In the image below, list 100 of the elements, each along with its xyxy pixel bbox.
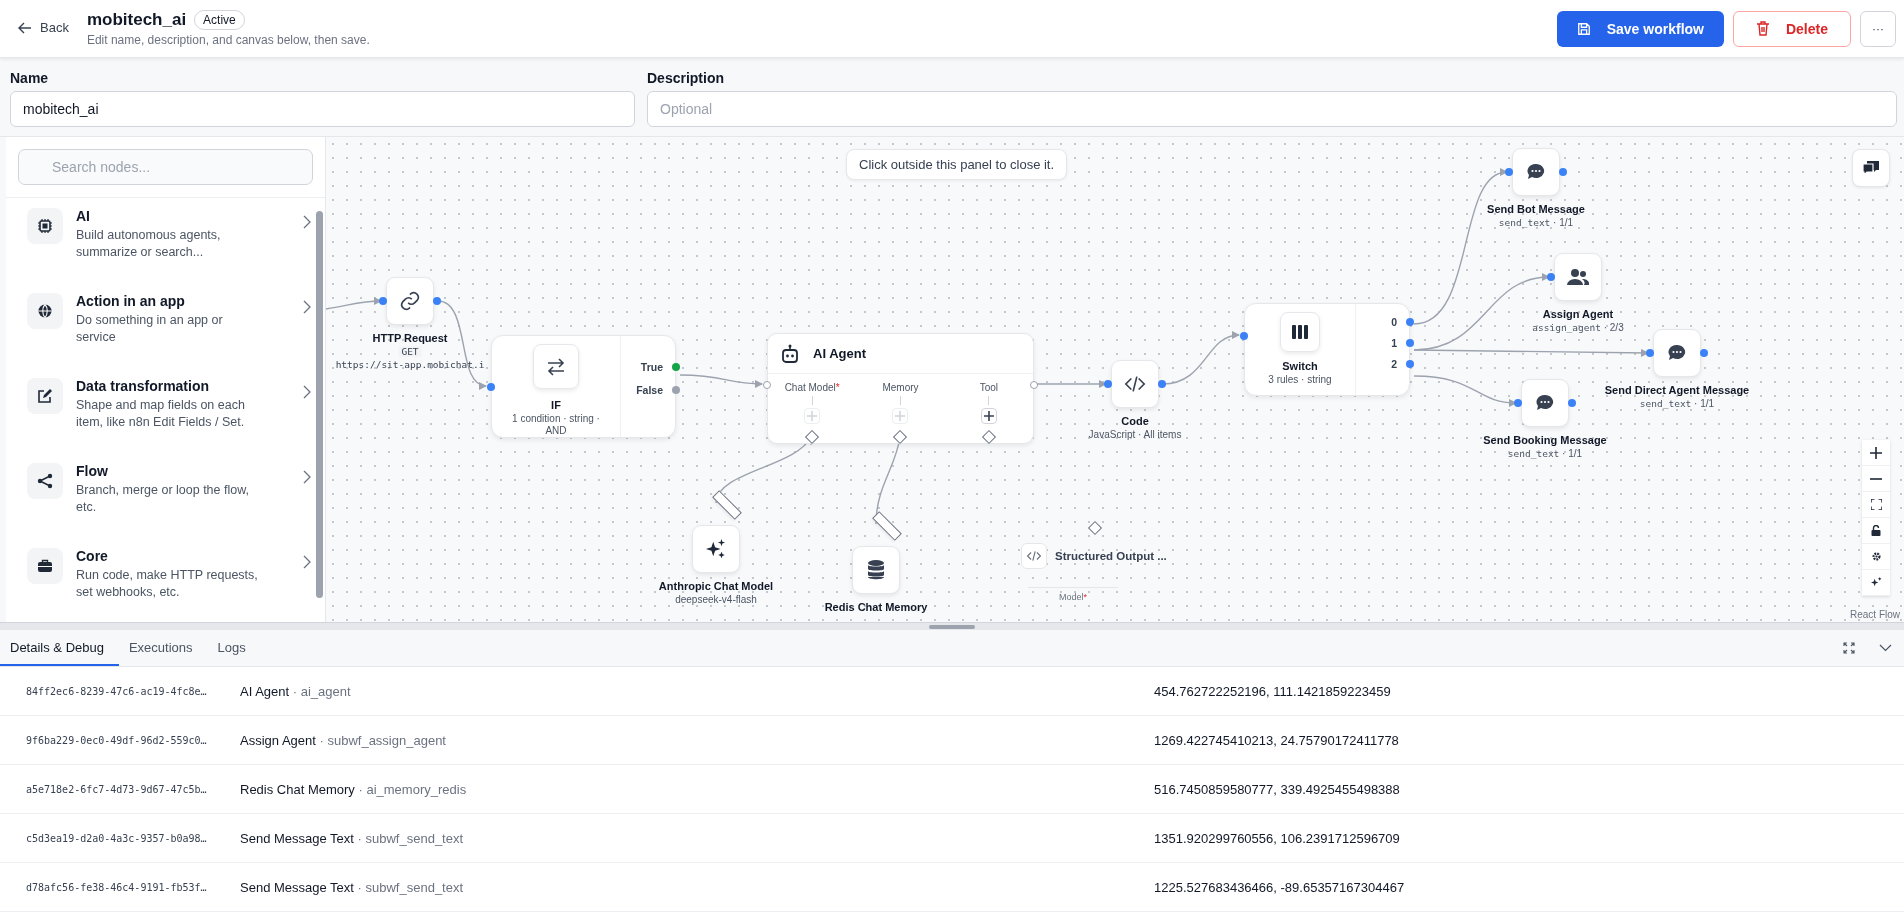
output-handle[interactable] — [1559, 168, 1567, 176]
output-handle[interactable] — [672, 386, 680, 394]
node-box[interactable] — [1512, 148, 1560, 196]
search-field[interactable]: Search nodes... — [18, 149, 313, 185]
category-item[interactable]: AI Build autonomous agents, summarize or search... — [6, 198, 325, 283]
database-icon — [866, 559, 886, 581]
input-handle[interactable] — [379, 297, 387, 305]
node-name-cell-text: Assign Agent · subwf_assign_agent — [240, 732, 447, 748]
slot-label: Model* — [1028, 587, 1118, 602]
plus-icon — [807, 411, 818, 421]
minus-icon — [1870, 477, 1882, 480]
panel-tab[interactable]: Logs — [207, 630, 261, 666]
connection-line — [326, 297, 382, 310]
node-box[interactable] — [1111, 360, 1159, 408]
link-icon — [399, 290, 421, 312]
chat-bubble-icon — [1535, 393, 1555, 413]
node-box[interactable] — [692, 525, 740, 573]
node-id-cell-text: c5d3ea19-d2a0-4a3c-9357-b0a98… — [25, 832, 208, 844]
panel-tab[interactable]: Executions — [118, 630, 208, 666]
chevron-right-icon — [303, 215, 311, 229]
output-handle[interactable] — [433, 297, 441, 305]
node-title: Send Booking Message — [1483, 434, 1607, 446]
node-title: Send Direct Agent Message — [1604, 384, 1750, 396]
lock-icon — [1871, 525, 1881, 536]
output-handle[interactable] — [1158, 380, 1166, 388]
node-box[interactable] — [1653, 329, 1701, 377]
zoom-out-button[interactable] — [1862, 466, 1890, 492]
description-input[interactable]: Optional — [647, 91, 1897, 127]
category-item[interactable]: Action in an app Do something in an app or service — [6, 283, 325, 368]
node-subtitle: assign_agent · 2/3 — [1532, 322, 1624, 333]
input-handle[interactable] — [487, 383, 495, 391]
node-box[interactable] — [386, 277, 434, 325]
category-description: Run code, make HTTP requests, set webhooks, etc. — [76, 567, 259, 601]
expand-icon[interactable] — [1843, 642, 1855, 654]
url-text: https://sit-app.mobichat.i — [335, 359, 485, 370]
output-handle[interactable] — [672, 363, 680, 371]
category-title: Data transformation — [76, 378, 211, 394]
input-handle[interactable] — [1505, 168, 1513, 176]
category-item[interactable]: Data transformation Shape and map fields on each item, like n8n Edit Fields / Set. — [6, 368, 325, 453]
category-title: Flow — [76, 463, 109, 479]
input-handle[interactable] — [1240, 332, 1248, 340]
node-box[interactable] — [852, 546, 900, 594]
output-handle[interactable] — [1568, 399, 1576, 407]
chevron-right-icon — [303, 470, 311, 484]
node-title: AI Agent — [813, 346, 866, 361]
more-button[interactable]: ··· — [1860, 10, 1896, 47]
input-handle[interactable] — [1646, 349, 1654, 357]
input-handle[interactable] — [1547, 273, 1555, 281]
output-handle[interactable] — [1700, 349, 1708, 357]
scrollbar[interactable] — [316, 211, 323, 598]
node-id-cell-text: a5e718e2-6fc7-4d73-9d67-47c5b… — [25, 783, 208, 795]
description-label: Description — [647, 70, 725, 86]
share-icon — [37, 473, 53, 489]
node-box[interactable] — [1554, 253, 1602, 301]
zoom-in-button[interactable] — [1862, 440, 1890, 466]
settings-icon — [1870, 551, 1882, 562]
node-name-cell-text: Redis Chat Memory · ai_memory_redis — [240, 781, 468, 797]
node-subtitle: send_text · 1/1 — [1639, 398, 1715, 409]
method-tag: GET — [398, 346, 422, 357]
node-title: Send Bot Message — [1487, 203, 1585, 215]
save-workflow-button[interactable]: Save workflow — [1556, 10, 1724, 47]
output-handle[interactable] — [1030, 381, 1038, 389]
robot-icon — [781, 343, 799, 364]
globe-icon — [37, 303, 53, 319]
sparkle-button[interactable] — [1862, 570, 1890, 596]
category-item[interactable]: Core Run code, make HTTP requests, set webhooks, etc. — [6, 538, 325, 623]
add-slot-button[interactable] — [980, 408, 997, 424]
position-cell: 516.7450859580777, 339.4925455498388 — [1154, 781, 1400, 797]
columns-icon — [1291, 324, 1309, 340]
category-item[interactable]: Flow Branch, merge or loop the flow, etc. — [6, 453, 325, 538]
panel-tab[interactable]: Details & Debug — [0, 630, 119, 666]
back-button[interactable]: Back — [14, 16, 73, 39]
category-title: Core — [76, 548, 109, 564]
chevron-down-icon[interactable] — [1879, 644, 1892, 652]
output-label: 2 — [1391, 358, 1397, 370]
input-handle[interactable] — [763, 381, 771, 389]
node-id-cell-text: 84ff2ec6-8239-47c6-ac19-4fc8e… — [25, 685, 208, 697]
resize-handle[interactable] — [929, 624, 975, 629]
fit-view-icon — [1870, 499, 1882, 510]
category-description: Shape and map fields on each item, like n8n Edit Fields / Set. — [76, 397, 246, 431]
name-input[interactable]: mobitech_ai — [10, 91, 635, 127]
sparkle-icon — [1870, 577, 1882, 588]
node-box[interactable] — [1521, 379, 1569, 427]
node-title: Redis Chat Memory — [824, 601, 928, 613]
fit-view-button[interactable] — [1862, 492, 1890, 518]
position-cell: 454.762722252196, 111.1421859223459 — [1154, 683, 1391, 699]
input-handle[interactable] — [1514, 399, 1522, 407]
output-label: True — [640, 361, 663, 373]
lock-button[interactable] — [1862, 518, 1890, 544]
output-handle[interactable] — [1406, 360, 1414, 368]
node-name-cell-text: AI Agent · ai_agent — [240, 683, 352, 699]
settings-button[interactable] — [1862, 544, 1890, 570]
node-id-cell-text: 9f6ba229-0ec0-49df-96d2-559c0… — [25, 734, 208, 746]
chat-button[interactable] — [1852, 149, 1890, 187]
output-handle[interactable] — [1406, 339, 1414, 347]
node-title: Structured Output ... — [1055, 550, 1167, 562]
delete-button[interactable]: Delete — [1732, 10, 1851, 47]
input-handle[interactable] — [1104, 380, 1112, 388]
output-handle[interactable] — [1406, 318, 1414, 326]
sparkle-icon — [705, 538, 727, 560]
